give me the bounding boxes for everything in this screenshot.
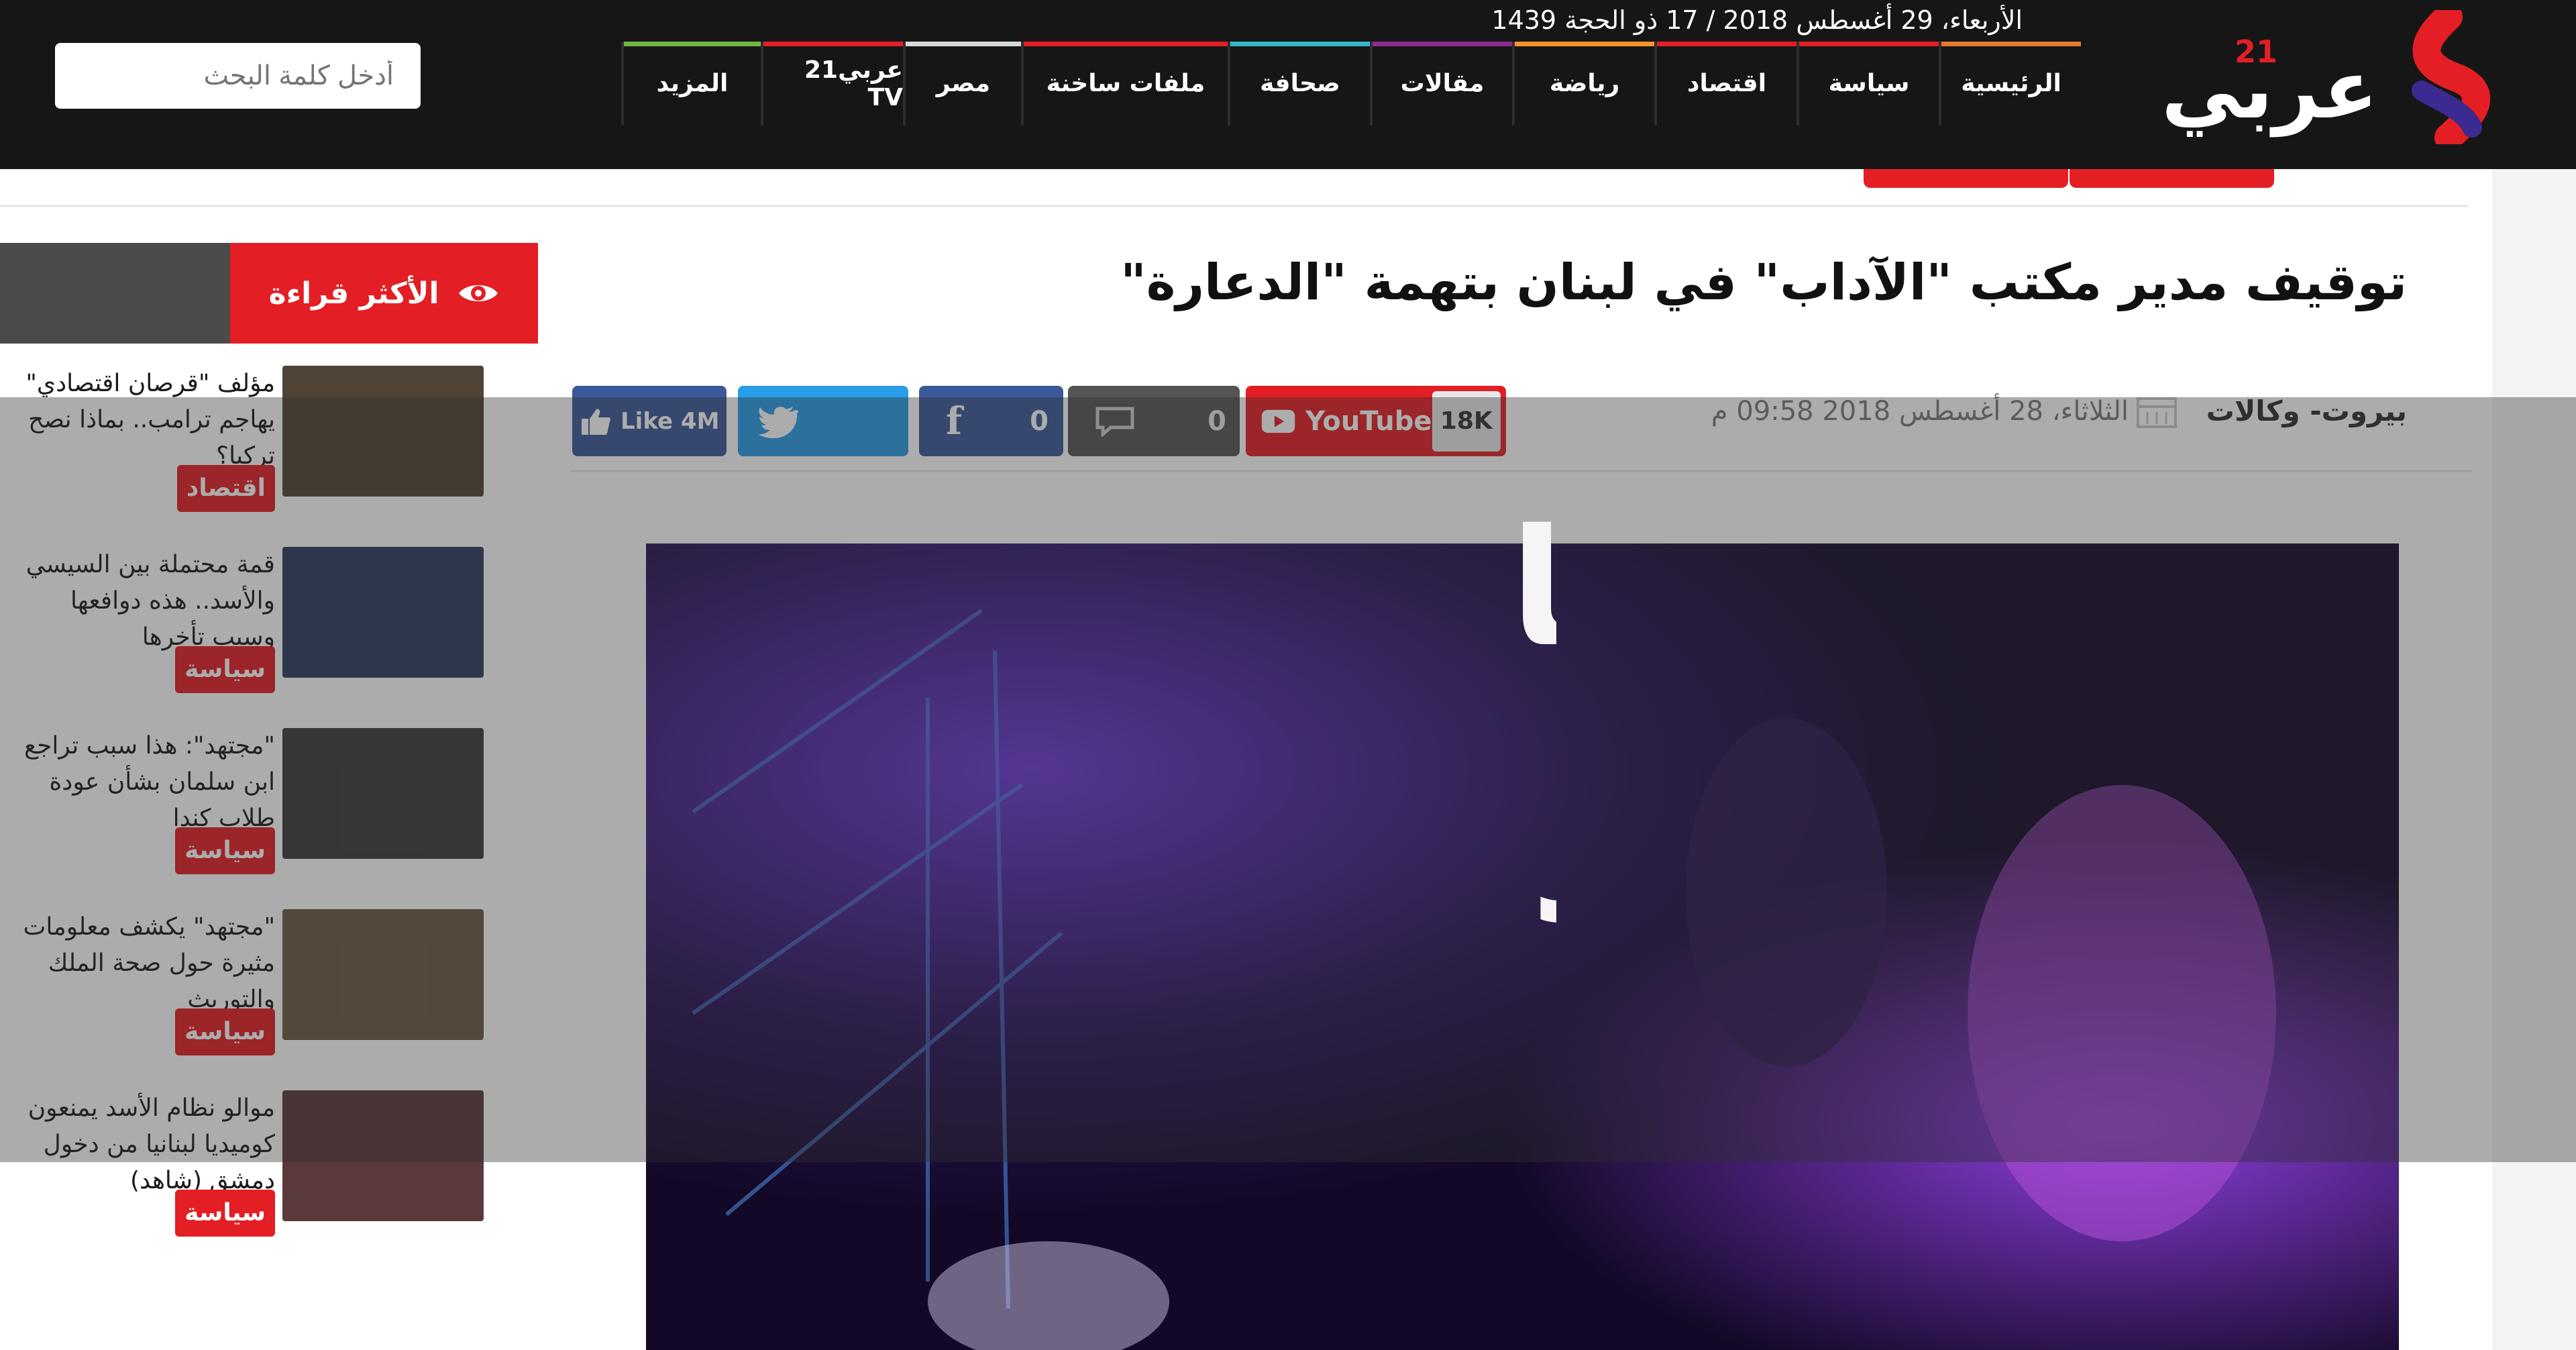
category-badge[interactable]: اقتصاد [176,465,275,512]
most-read-item[interactable]: "مجتهد" يكشف معلومات مثيرة حول صحة الملك… [0,909,484,1055]
most-read-heading[interactable]: الأكثر قراءة [230,243,538,344]
nav-item-label: مقالات [1400,70,1485,97]
thumbnail-image[interactable] [282,1090,484,1221]
nav-item[interactable]: سياسة [1796,42,1939,125]
nav-item[interactable]: اقتصاد [1654,42,1796,125]
hashtag-line-2: الحدود [1529,751,1556,965]
nav-item[interactable]: عربي21 TV [761,42,903,125]
article-byline: بيروت- وكالات [2206,395,2407,427]
nav-color-bar [624,42,761,46]
nav-color-bar [1024,42,1228,46]
nav-color-bar [1373,42,1512,46]
comments-count: 0 [1208,405,1226,437]
nav-item[interactable]: المزيد [621,42,761,125]
thumbnail-image[interactable] [282,909,484,1040]
nav-item-label: ملفات ساخنة [1046,70,1205,97]
category-badge[interactable]: سياسة [175,646,275,693]
thumbs-up-icon [582,408,611,435]
thumbnail-image[interactable] [282,366,484,497]
category-badge[interactable]: سياسة [175,1190,275,1237]
nav-item-label: المزيد [656,70,729,97]
category-badge[interactable]: سياسة [175,1008,275,1055]
main-nav: الرئيسية سياسة اقتصاد رياضة مقالات صحافة ملفات… [533,42,2081,125]
nav-item-label: رياضة [1549,70,1620,97]
thumbnail-image[interactable] [282,728,484,859]
category-badge[interactable]: سياسة [175,827,275,874]
site-logo[interactable]: عربي 21 [2161,7,2506,148]
nav-item-label: صحافة [1260,70,1340,97]
twitter-icon [758,406,798,438]
header-date: الأربعاء، 29 أغسطس 2018 / 17 ذو الحجة 14… [1491,5,2023,35]
nav-item[interactable]: مصر [903,42,1021,125]
nav-item[interactable]: ملفات ساخنة [1021,42,1228,125]
most-read-item-title[interactable]: "مجتهد": هذا سبب تراجع ابن سلمان بشأن عو… [0,728,275,837]
most-read-item-title[interactable]: قمة محتملة بين السيسي والأسد.. هذه دوافع… [0,547,275,656]
article-date-text: الثلاثاء، 28 أغسطس 2018 09:58 م [1711,396,2129,427]
calendar-icon [2137,397,2177,428]
youtube-icon [1261,409,1295,433]
hashtag-line-1: #ليتها [1509,495,1556,684]
nav-item-label: اقتصاد [1686,70,1767,97]
nav-item[interactable]: رياضة [1512,42,1654,125]
most-read-item[interactable]: مؤلف "قرصان اقتصادي" يهاجم ترامب.. بماذا… [0,366,484,512]
article-date: الثلاثاء، 28 أغسطس 2018 09:58 م [1711,395,2177,428]
thumbnail-image[interactable] [282,547,484,678]
hashtag-graphic: #ليتها الحدود [1509,495,1556,965]
logo-mark-icon [2412,10,2491,144]
comment-icon [1095,407,1134,437]
twitter-button[interactable] [738,386,908,456]
facebook-count: 0 [1030,405,1049,437]
most-read-item[interactable]: قمة محتملة بين السيسي والأسد.. هذه دوافع… [0,547,484,693]
most-read-item-title[interactable]: مؤلف "قرصان اقتصادي" يهاجم ترامب.. بماذا… [0,366,275,474]
youtube-label: YouTube [1305,405,1432,437]
nav-item-label: سياسة [1828,70,1910,97]
eye-icon [459,285,498,301]
nav-item-label: الرئيسية [1961,70,2061,97]
nav-color-bar [1230,42,1370,46]
nav-item-label: عربي21 TV [804,56,903,111]
most-read-item-title[interactable]: "مجتهد" يكشف معلومات مثيرة حول صحة الملك… [0,909,275,1018]
nav-item-label: مصر [936,70,991,97]
nav-color-bar [763,42,903,46]
top-header: الأربعاء، 29 أغسطس 2018 / 17 ذو الحجة 14… [0,0,2576,169]
nav-color-bar [906,42,1021,46]
most-read-item-title[interactable]: موالو نظام الأسد يمنعون كوميديا لبنانيا … [0,1090,275,1199]
nav-color-bar [1941,42,2081,46]
article-title: توقيف مدير مكتب "الآداب" في لبنان بتهمة … [1120,254,2407,311]
nav-color-bar [1799,42,1939,46]
nav-color-bar [1515,42,1654,46]
section-tab[interactable] [1864,169,2068,188]
most-read-label: الأكثر قراءة [268,276,439,311]
most-read-item[interactable]: "مجتهد": هذا سبب تراجع ابن سلمان بشأن عو… [0,728,484,874]
section-tab[interactable] [2070,169,2274,188]
most-read-item[interactable]: موالو نظام الأسد يمنعون كوميديا لبنانيا … [0,1090,484,1237]
content-divider [0,205,2469,207]
nav-color-bar [1657,42,1796,46]
logo-number: 21 [2234,34,2277,70]
nav-item[interactable]: صحافة [1228,42,1370,125]
nav-item[interactable]: مقالات [1370,42,1512,125]
like-label: Like 4M [621,407,720,435]
search-input[interactable] [55,43,421,109]
like-button[interactable]: Like 4M [572,386,727,456]
nav-item[interactable]: الرئيسية [1939,42,2081,125]
